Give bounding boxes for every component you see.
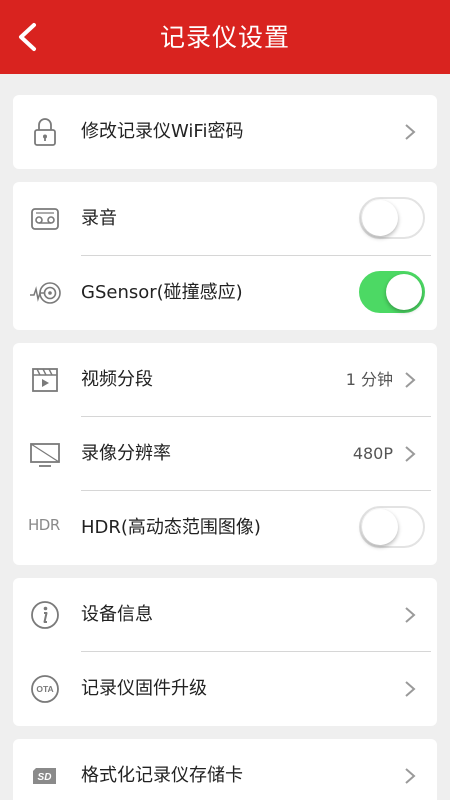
info-icon <box>28 599 62 631</box>
settings-group-wifi: 修改记录仪WiFi密码 <box>13 95 437 169</box>
settings-group-sensors: 录音 GSensor(碰撞感应) <box>13 182 437 330</box>
chevron-right-icon <box>405 372 416 388</box>
monitor-icon <box>28 438 62 470</box>
toggle-knob <box>386 274 422 310</box>
device-info-row[interactable]: 设备信息 <box>13 578 437 652</box>
chevron-right-icon <box>405 681 416 697</box>
video-segment-row[interactable]: 视频分段 1 分钟 <box>13 343 437 417</box>
sd-card-icon: SD <box>28 760 62 792</box>
firmware-upgrade-label: 记录仪固件升级 <box>81 678 207 699</box>
chevron-right-icon <box>405 446 416 462</box>
ota-icon: OTA <box>28 673 62 705</box>
settings-group-storage: SD 格式化记录仪存储卡 <box>13 739 437 800</box>
audio-recording-toggle[interactable] <box>359 197 425 239</box>
chevron-right-icon <box>405 607 416 623</box>
video-resolution-value: 480P <box>352 444 393 463</box>
audio-recording-label: 录音 <box>81 208 117 229</box>
video-resolution-label: 录像分辨率 <box>81 443 171 464</box>
chevron-right-icon <box>405 768 416 784</box>
app-header: 记录仪设置 <box>0 0 450 74</box>
wifi-password-row[interactable]: 修改记录仪WiFi密码 <box>13 95 437 169</box>
chevron-right-icon <box>405 124 416 140</box>
device-info-label: 设备信息 <box>81 604 153 625</box>
hdr-icon: HDR <box>28 516 60 534</box>
video-segment-label: 视频分段 <box>81 369 153 390</box>
toggle-knob <box>362 200 398 236</box>
hdr-row: HDR HDR(高动态范围图像) <box>13 491 437 565</box>
video-clip-icon <box>28 364 62 396</box>
gsensor-row: GSensor(碰撞感应) <box>13 256 437 330</box>
ota-icon-text: OTA <box>36 684 53 694</box>
hdr-label: HDR(高动态范围图像) <box>81 517 261 538</box>
page-title: 记录仪设置 <box>159 23 290 52</box>
gsensor-label: GSensor(碰撞感应) <box>81 282 243 303</box>
format-sd-label: 格式化记录仪存储卡 <box>81 765 243 786</box>
lock-icon <box>28 116 62 148</box>
gsensor-icon <box>28 277 62 309</box>
format-sd-row[interactable]: SD 格式化记录仪存储卡 <box>13 739 437 800</box>
gsensor-toggle[interactable] <box>359 271 425 313</box>
sd-icon-text: SD <box>38 772 52 783</box>
video-resolution-row[interactable]: 录像分辨率 480P <box>13 417 437 491</box>
audio-recording-row: 录音 <box>13 182 437 256</box>
toggle-knob <box>362 509 398 545</box>
settings-group-video: 视频分段 1 分钟 录像分辨率 480P HDR HDR(高动态范围图像) <box>13 343 437 565</box>
recorder-icon <box>28 203 62 235</box>
firmware-upgrade-row[interactable]: OTA 记录仪固件升级 <box>13 652 437 726</box>
video-segment-value: 1 分钟 <box>345 370 393 389</box>
wifi-password-label: 修改记录仪WiFi密码 <box>81 121 244 142</box>
hdr-toggle[interactable] <box>359 506 425 548</box>
settings-group-device: 设备信息 OTA 记录仪固件升级 <box>13 578 437 726</box>
